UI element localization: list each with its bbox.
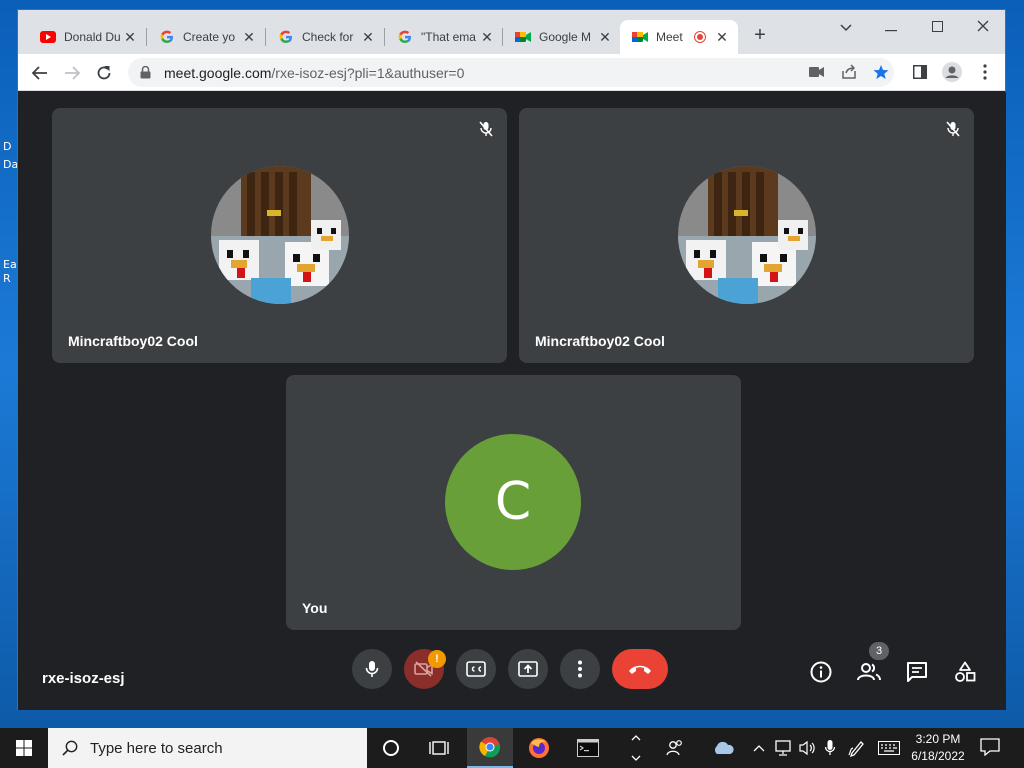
reload-button[interactable] xyxy=(90,59,118,87)
participant-avatar xyxy=(678,166,816,304)
profile-avatar[interactable] xyxy=(941,61,963,83)
meeting-details-icon[interactable] xyxy=(808,659,834,685)
tab-google-email[interactable]: "That ema ✕ xyxy=(385,20,503,54)
participant-avatar xyxy=(211,166,349,304)
chrome-window: Donald Du ✕ Create yo ✕ Check for ✕ "Tha… xyxy=(17,9,1006,710)
self-tile[interactable]: C You xyxy=(286,375,741,630)
microphone-in-use-icon[interactable] xyxy=(820,738,840,758)
share-icon[interactable] xyxy=(838,61,860,83)
tab-google-create[interactable]: Create yo ✕ xyxy=(147,20,265,54)
participant-tile[interactable]: Mincraftboy02 Cool xyxy=(52,108,507,363)
tab-title: Google M xyxy=(539,30,592,44)
more-options-button[interactable] xyxy=(560,649,600,689)
chrome-taskbar-icon[interactable] xyxy=(467,728,513,768)
search-placeholder: Type here to search xyxy=(90,739,223,757)
notifications-icon[interactable] xyxy=(980,738,1002,758)
close-icon[interactable]: ✕ xyxy=(360,29,376,45)
clock-time: 3:20 PM xyxy=(915,732,961,746)
google-meet-icon xyxy=(515,29,531,45)
search-icon xyxy=(62,740,78,756)
activities-icon[interactable] xyxy=(952,659,978,685)
firefox-taskbar-icon[interactable] xyxy=(516,728,562,768)
back-button[interactable] xyxy=(26,59,54,87)
side-panel-icon[interactable] xyxy=(909,61,931,83)
captions-button[interactable] xyxy=(456,649,496,689)
meet-stage: Mincraftboy02 Cool Mincraftboy02 Cool C … xyxy=(18,92,1006,710)
volume-icon[interactable] xyxy=(797,738,817,758)
people-count-badge: 3 xyxy=(869,642,889,660)
tab-title: Donald Du xyxy=(64,30,121,44)
close-icon[interactable]: ✕ xyxy=(241,29,257,45)
url-path: /rxe-isoz-esj?pli=1&authuser=0 xyxy=(271,64,465,81)
camera-warning-badge: ! xyxy=(428,650,446,668)
network-icon[interactable] xyxy=(773,738,793,758)
present-screen-button[interactable] xyxy=(508,649,548,689)
participant-name: Mincraftboy02 Cool xyxy=(535,333,665,349)
address-bar[interactable]: meet.google.com/rxe-isoz-esj?pli=1&authu… xyxy=(128,58,894,87)
new-tab-button[interactable]: + xyxy=(750,25,770,47)
close-icon[interactable]: ✕ xyxy=(122,29,138,45)
taskbar-scroll[interactable] xyxy=(628,728,644,768)
tab-google-check[interactable]: Check for ✕ xyxy=(266,20,384,54)
participant-name: You xyxy=(302,600,328,616)
browser-toolbar: meet.google.com/rxe-isoz-esj?pli=1&authu… xyxy=(18,54,1005,91)
desktop-icon-label[interactable]: D xyxy=(3,140,11,153)
minimize-button[interactable] xyxy=(876,16,906,38)
maximize-button[interactable] xyxy=(922,16,952,38)
tab-title: "That ema xyxy=(421,30,476,44)
people-taskbar-icon[interactable] xyxy=(665,738,685,758)
microphone-button[interactable] xyxy=(352,649,392,689)
mic-muted-icon xyxy=(942,118,964,140)
onedrive-icon[interactable] xyxy=(710,738,736,758)
desktop-icon-label[interactable]: Ea xyxy=(3,258,17,271)
google-icon xyxy=(278,29,294,45)
tab-title: Check for xyxy=(302,30,354,44)
keyboard-icon[interactable] xyxy=(877,738,901,758)
google-meet-icon xyxy=(632,29,648,45)
participant-name: Mincraftboy02 Cool xyxy=(68,333,198,349)
google-icon xyxy=(397,29,413,45)
cortana-icon[interactable] xyxy=(368,728,414,768)
tab-search-button[interactable] xyxy=(831,16,861,38)
google-icon xyxy=(159,29,175,45)
start-button[interactable] xyxy=(0,728,48,768)
terminal-taskbar-icon[interactable] xyxy=(565,728,611,768)
tab-meet-active[interactable]: Meet ✕ xyxy=(620,20,738,54)
url-host: meet.google.com xyxy=(164,64,272,81)
taskbar-search[interactable]: Type here to search xyxy=(48,728,367,768)
bookmark-star-icon[interactable] xyxy=(870,61,892,83)
tab-title: Create yo xyxy=(183,30,236,44)
participant-tile[interactable]: Mincraftboy02 Cool xyxy=(519,108,974,363)
pen-icon[interactable] xyxy=(847,738,867,758)
desktop-icon-label[interactable]: R xyxy=(3,272,11,285)
more-menu-icon[interactable] xyxy=(974,61,996,83)
meeting-code[interactable]: rxe-isoz-esj xyxy=(42,670,125,687)
taskbar: Type here to search 3:20 PM 6/18/2022 xyxy=(0,728,1024,768)
close-window-button[interactable] xyxy=(968,16,998,38)
mic-muted-icon xyxy=(475,118,497,140)
tab-google-meet[interactable]: Google M ✕ xyxy=(503,20,621,54)
clock-date: 6/18/2022 xyxy=(911,749,965,763)
tab-strip: Donald Du ✕ Create yo ✕ Check for ✕ "Tha… xyxy=(18,10,1005,54)
task-view-icon[interactable] xyxy=(416,728,462,768)
tab-youtube[interactable]: Donald Du ✕ xyxy=(28,20,146,54)
close-icon[interactable]: ✕ xyxy=(714,29,730,45)
camera-blocked-icon[interactable] xyxy=(806,61,828,83)
youtube-icon xyxy=(40,29,56,45)
forward-button[interactable] xyxy=(58,59,86,87)
tab-title: Meet xyxy=(656,30,683,44)
end-call-button[interactable] xyxy=(612,649,668,689)
show-hidden-icons[interactable] xyxy=(749,738,769,758)
close-icon[interactable]: ✕ xyxy=(597,29,613,45)
self-avatar: C xyxy=(445,434,581,570)
people-icon[interactable] xyxy=(856,659,882,685)
lock-icon[interactable] xyxy=(140,66,154,79)
chat-icon[interactable] xyxy=(904,659,930,685)
system-clock[interactable]: 3:20 PM 6/18/2022 xyxy=(904,731,972,765)
desktop-icon-label[interactable]: Da xyxy=(3,158,18,171)
close-icon[interactable]: ✕ xyxy=(479,29,495,45)
recording-icon xyxy=(694,31,706,43)
